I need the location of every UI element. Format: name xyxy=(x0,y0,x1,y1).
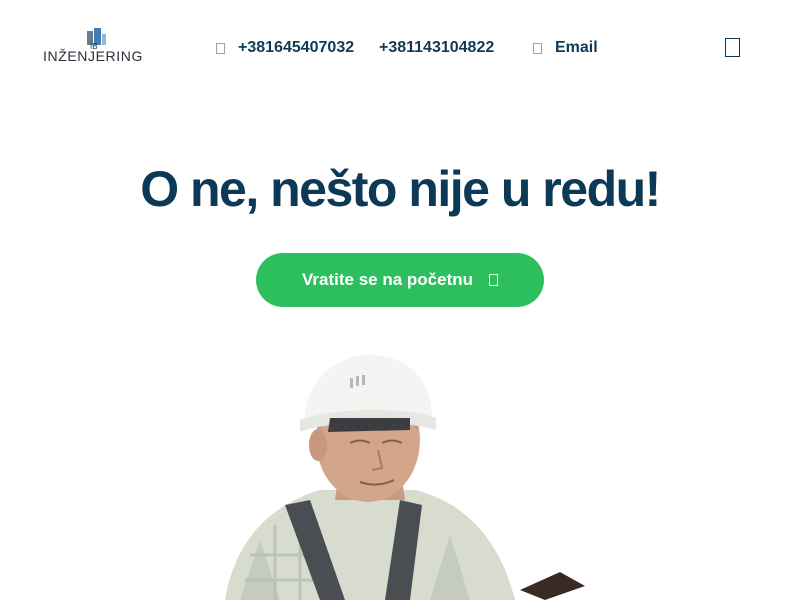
back-to-home-button[interactable]: Vratite se na početnu xyxy=(256,253,544,307)
phone-icon xyxy=(216,42,225,54)
worker-in-hard-hat-photo xyxy=(225,355,585,600)
site-header: IB INŽENJERING +381645407032 +3811431048… xyxy=(0,0,800,96)
phone-number-1: +381645407032 xyxy=(238,39,355,56)
email-label: Email xyxy=(555,39,598,56)
building-logo-icon: IB xyxy=(87,28,106,50)
email-icon xyxy=(533,42,542,54)
arrow-right-icon xyxy=(489,274,498,286)
phone-link-2[interactable]: +381143104822 xyxy=(379,38,494,58)
logo-text: INŽENJERING xyxy=(43,48,143,64)
phone-number-2: +381143104822 xyxy=(379,39,495,56)
email-link[interactable]: Email xyxy=(533,38,598,58)
menu-button[interactable] xyxy=(725,38,740,57)
page-title: O ne, nešto nije u redu! xyxy=(140,161,661,217)
site-logo[interactable]: IB INŽENJERING xyxy=(43,28,143,64)
phone-link-1[interactable]: +381645407032 xyxy=(216,38,354,58)
back-to-home-label: Vratite se na početnu xyxy=(302,270,473,289)
